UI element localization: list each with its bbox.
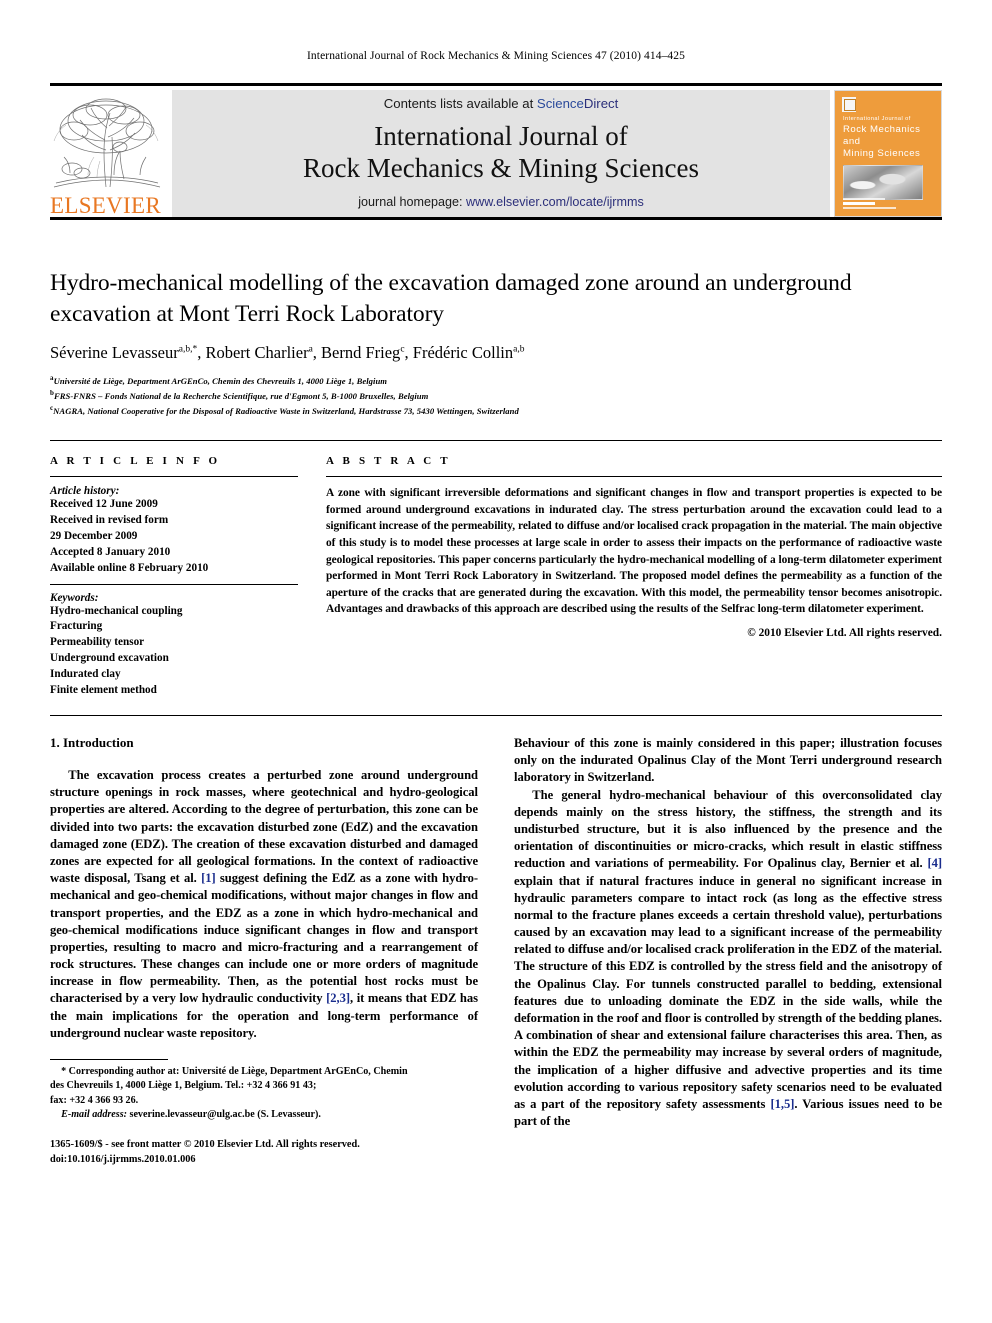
homepage-prefix-label: journal homepage: <box>358 195 467 210</box>
elsevier-tree-icon <box>50 95 162 193</box>
citation-reference[interactable]: [1] <box>201 871 216 885</box>
cover-line-3: Mining Sciences <box>843 148 921 160</box>
info-abstract-block: A R T I C L E I N F O Article history: R… <box>50 440 942 716</box>
history-line: Accepted 8 January 2010 <box>50 545 171 558</box>
masthead-center-panel: Contents lists available at ScienceDirec… <box>172 90 830 217</box>
column-gap <box>298 455 326 699</box>
keywords-label: Keywords: <box>50 591 99 604</box>
masthead-top-rule <box>50 83 942 86</box>
article-history-group: Article history: Received 12 June 2009 R… <box>50 485 298 577</box>
citation-reference[interactable]: [2,3] <box>326 991 350 1005</box>
author-list: Séverine Levasseura,b,*, Robert Charlier… <box>50 343 525 363</box>
issn-block: 1365-1609/$ - see front matter © 2010 El… <box>50 1138 478 1168</box>
corresponding-line-1: * Corresponding author at: Université de… <box>61 1066 408 1077</box>
email-note: E-mail address: severine.levasseur@ulg.a… <box>50 1108 478 1122</box>
keyword-item: Hydro-mechanical coupling <box>50 604 183 617</box>
body-column-left: 1. Introduction The excavation process c… <box>50 735 478 1168</box>
history-line: Received in revised form <box>50 513 169 526</box>
elsevier-wordmark: ELSEVIER <box>50 193 161 218</box>
history-line: Available online 8 February 2010 <box>50 561 209 574</box>
citation-reference[interactable]: [1,5] <box>770 1097 794 1111</box>
body-column-gap <box>478 735 514 1168</box>
contents-prefix-label: Contents lists available at <box>383 95 537 111</box>
journal-title-line-2: Rock Mechanics & Mining Sciences <box>303 152 699 183</box>
journal-masthead: ELSEVIER Contents lists available at Sci… <box>50 83 942 220</box>
contents-available-line: Contents lists available at ScienceDirec… <box>384 96 619 111</box>
body-paragraph: The excavation process creates a perturb… <box>50 768 478 1040</box>
corresponding-line-2: des Chevreuils 1, 4000 Liège 1, Belgium.… <box>50 1080 317 1092</box>
info-block-bottom-rule <box>50 714 942 716</box>
masthead-bottom-rule <box>50 217 942 220</box>
affiliation-text: NAGRA, National Cooperative for the Disp… <box>53 406 519 417</box>
issn-line: 1365-1609/$ - see front matter © 2010 El… <box>50 1139 360 1151</box>
journal-cover-thumbnail: International Journal of Rock Mechanics … <box>834 90 942 217</box>
doi-line: doi:10.1016/j.ijrmms.2010.01.006 <box>50 1154 196 1166</box>
journal-title: International Journal of Rock Mechanics … <box>303 121 699 185</box>
abstract-rule: A zone with significant irreversible def… <box>326 476 942 639</box>
journal-homepage-link[interactable]: www.elsevier.com/locate/ijrmms <box>466 195 644 209</box>
cover-title-block: International Journal of Rock Mechanics … <box>843 116 938 160</box>
page-title: Hydro-mechanical modelling of the excava… <box>50 270 852 327</box>
paper-page: International Journal of Rock Mechanics … <box>0 0 992 1323</box>
body-paragraph: Behaviour of this zone is mainly conside… <box>514 736 942 785</box>
sciencedirect-science-text: Science <box>536 95 584 111</box>
cover-elsevier-mark-icon <box>842 97 856 112</box>
abstract-column: A B S T R A C T A zone with significant … <box>326 455 942 699</box>
cover-footer-marks <box>843 198 913 211</box>
keyword-item: Finite element method <box>50 684 157 697</box>
cover-line-2: and <box>843 136 861 148</box>
keyword-item: Underground excavation <box>50 652 169 665</box>
cover-footer-line-2 <box>843 202 875 205</box>
section-heading-introduction: 1. Introduction <box>50 735 134 750</box>
sciencedirect-link[interactable]: ScienceDirect <box>537 96 618 111</box>
corresponding-line-3: fax: +32 4 366 93 26. <box>50 1094 139 1106</box>
article-history-label: Article history: <box>50 485 120 497</box>
article-info-rule: Article history: Received 12 June 2009 R… <box>50 476 298 699</box>
cover-line-1: Rock Mechanics <box>843 124 921 135</box>
footnote-rule <box>50 1059 168 1060</box>
citation-reference[interactable]: [4] <box>927 856 942 870</box>
keyword-item: Permeability tensor <box>50 636 145 649</box>
journal-homepage-line: journal homepage: www.elsevier.com/locat… <box>358 195 644 209</box>
history-line: 29 December 2009 <box>50 529 138 542</box>
abstract-heading: A B S T R A C T <box>326 455 451 467</box>
affiliation-list: aUniversité de Liège, Department ArGEnCo… <box>50 373 942 419</box>
article-info-column: A R T I C L E I N F O Article history: R… <box>50 455 298 699</box>
keyword-item: Indurated clay <box>50 668 121 681</box>
cover-footer-line-3 <box>843 207 896 209</box>
journal-title-line-1: International Journal of <box>374 120 628 151</box>
affiliation-text: Université de Liège, Department ArGEnCo,… <box>53 375 388 386</box>
affiliation-item: bFRS-FNRS – Fonds National de la Recherc… <box>50 388 942 403</box>
email-value: severine.levasseur@ulg.ac.be (S. Levasse… <box>127 1108 321 1120</box>
affiliation-item: aUniversité de Liège, Department ArGEnCo… <box>50 373 942 388</box>
cover-footer-line-1 <box>843 198 885 200</box>
corresponding-author-note: * Corresponding author at: Université de… <box>50 1065 478 1122</box>
body-column-right: Behaviour of this zone is mainly conside… <box>514 735 942 1168</box>
sciencedirect-direct-text: Direct <box>583 95 619 111</box>
keywords-group: Keywords: Hydro-mechanical coupling Frac… <box>50 583 298 699</box>
abstract-copyright: © 2010 Elsevier Ltd. All rights reserved… <box>747 627 942 640</box>
title-block: Hydro-mechanical modelling of the excava… <box>50 268 942 419</box>
body-paragraph: The general hydro-mechanical behaviour o… <box>514 787 942 1129</box>
info-block-top-rule <box>50 440 942 441</box>
article-info-heading: A R T I C L E I N F O <box>50 455 221 467</box>
history-line: Received 12 June 2009 <box>50 498 158 510</box>
running-head: International Journal of Rock Mechanics … <box>307 50 685 62</box>
footnote-block: * Corresponding author at: Université de… <box>50 1059 478 1168</box>
email-label: E-mail address: <box>61 1108 127 1120</box>
abstract-text: A zone with significant irreversible def… <box>326 487 942 616</box>
cover-tiny-line: International Journal of <box>843 116 911 122</box>
elsevier-logo: ELSEVIER <box>50 90 168 217</box>
body-columns: 1. Introduction The excavation process c… <box>50 735 942 1168</box>
keyword-item: Fracturing <box>50 620 103 633</box>
affiliation-item: cNAGRA, National Cooperative for the Dis… <box>50 403 942 418</box>
cover-photo-image <box>843 165 923 200</box>
affiliation-text: FRS-FNRS – Fonds National de la Recherch… <box>53 391 429 402</box>
